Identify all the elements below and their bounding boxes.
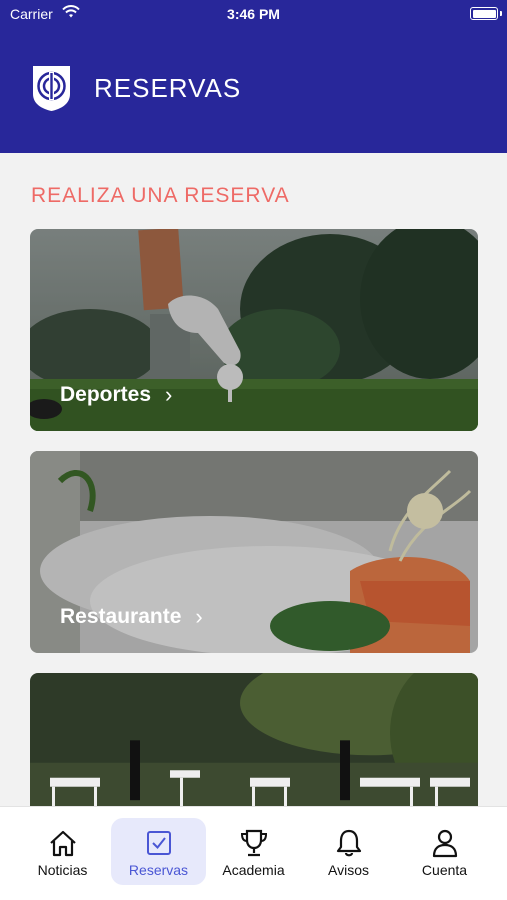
battery-icon (470, 7, 498, 20)
status-time: 3:46 PM (227, 6, 280, 22)
checkbox-icon (146, 831, 171, 855)
tab-label: Cuenta (421, 862, 468, 878)
card-deportes[interactable]: Deportes › (30, 229, 478, 431)
tab-cuenta[interactable]: Cuenta (397, 818, 492, 885)
card-eventos[interactable] (30, 673, 478, 808)
section-title: REALIZA UNA RESERVA (31, 184, 290, 207)
page-title: RESERVAS (94, 73, 242, 103)
trophy-icon (240, 829, 267, 857)
status-bar: Carrier 3:46 PM (0, 0, 507, 30)
app-header: RESERVAS (0, 30, 507, 153)
tab-label: Reservas (128, 862, 189, 878)
tab-label: Avisos (328, 862, 369, 878)
events-image (30, 673, 478, 808)
card-restaurante[interactable]: Restaurante › (30, 451, 478, 653)
tab-noticias[interactable]: Noticias (15, 818, 110, 885)
tab-bar: Noticias Reservas Academia Avisos Cuenta (0, 806, 507, 900)
chevron-right-icon: › (165, 382, 173, 407)
bell-icon (336, 829, 361, 857)
tab-academia[interactable]: Academia (206, 818, 301, 885)
tab-reservas[interactable]: Reservas (111, 818, 206, 885)
club-crest-icon (33, 66, 70, 111)
tab-label: Academia (222, 862, 285, 878)
home-icon (49, 830, 76, 857)
battery-tip (500, 11, 502, 16)
card-title: Restaurante (60, 605, 182, 628)
tab-avisos[interactable]: Avisos (301, 818, 396, 885)
user-icon (432, 829, 457, 858)
chevron-right-icon: › (195, 604, 203, 629)
card-title: Deportes (60, 383, 152, 406)
card-label-deportes: Deportes › (60, 382, 172, 408)
card-label-restaurante: Restaurante › (60, 604, 203, 630)
tab-label: Noticias (37, 862, 88, 878)
